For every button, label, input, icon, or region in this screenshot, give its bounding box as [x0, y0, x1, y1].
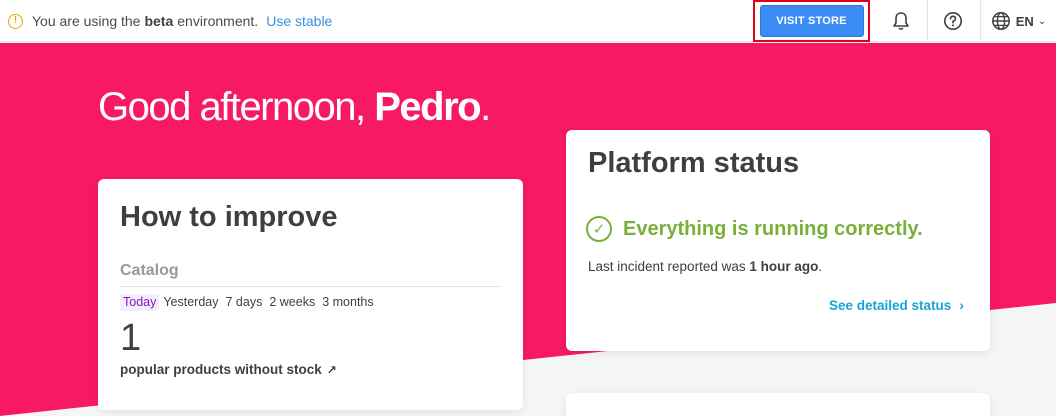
language-selector[interactable]: EN ⌄ — [980, 0, 1056, 42]
language-label: EN — [1015, 13, 1034, 29]
chevron-down-icon: ⌄ — [1037, 15, 1047, 27]
tab-2-weeks[interactable]: 2 weeks — [266, 294, 318, 311]
how-to-improve-card: How to improve Catalog Today Yesterday 7… — [98, 179, 523, 410]
help-icon — [943, 12, 962, 30]
visit-store-button[interactable]: VISIT STORE — [759, 5, 864, 37]
status-text: Everything is running correctly. — [623, 217, 923, 240]
use-stable-link[interactable]: Use stable — [266, 13, 332, 29]
next-card — [566, 393, 990, 416]
bell-icon — [893, 12, 909, 31]
top-bar: ! You are using the beta environment. Us… — [0, 0, 1056, 42]
card-title: How to improve — [120, 201, 338, 233]
last-incident: Last incident reported was 1 hour ago. — [588, 259, 822, 274]
tab-7-days[interactable]: 7 days — [223, 294, 266, 311]
user-name: Pedro — [374, 85, 481, 129]
warning-icon: ! — [8, 13, 23, 29]
metric-value: 1 — [120, 317, 142, 359]
section-label: Catalog — [120, 262, 179, 279]
incident-time: 1 hour ago — [749, 259, 819, 274]
external-link-icon: ↗ — [326, 362, 337, 377]
period-tabs: Today Yesterday 7 days 2 weeks 3 months — [120, 294, 378, 311]
beta-notice: ! You are using the beta environment. Us… — [8, 0, 332, 42]
globe-icon — [991, 12, 1010, 30]
see-detailed-status-link[interactable]: See detailed status › — [829, 297, 964, 313]
greeting-heading: Good afternoon, Pedro. — [98, 85, 491, 130]
incident-prefix: Last incident reported was — [588, 259, 746, 274]
metric-description: popular products without stock — [120, 362, 322, 377]
incident-suffix: . — [818, 259, 823, 274]
metric-link[interactable]: popular products without stock ↗ — [120, 362, 337, 377]
tab-3-months[interactable]: 3 months — [319, 294, 376, 311]
card-title: Platform status — [588, 147, 800, 179]
beta-env: beta — [144, 13, 174, 29]
check-circle-icon: ✓ — [586, 216, 612, 242]
platform-status-card: Platform status ✓ Everything is running … — [566, 130, 990, 351]
divider — [120, 286, 501, 287]
chevron-right-icon: › — [959, 297, 964, 313]
greeting-punct: . — [480, 85, 491, 129]
detailed-status-label: See detailed status — [829, 297, 952, 313]
greeting-text: Good afternoon, — [98, 85, 366, 129]
beta-prefix: You are using the — [32, 13, 141, 29]
notifications-button[interactable] — [876, 0, 926, 42]
visit-store-highlight: VISIT STORE — [753, 0, 870, 42]
beta-suffix: environment. — [177, 13, 259, 29]
status-message: ✓ Everything is running correctly. — [586, 216, 923, 242]
tab-yesterday[interactable]: Yesterday — [160, 294, 221, 311]
help-button[interactable] — [927, 0, 977, 42]
tab-today[interactable]: Today — [120, 294, 160, 311]
